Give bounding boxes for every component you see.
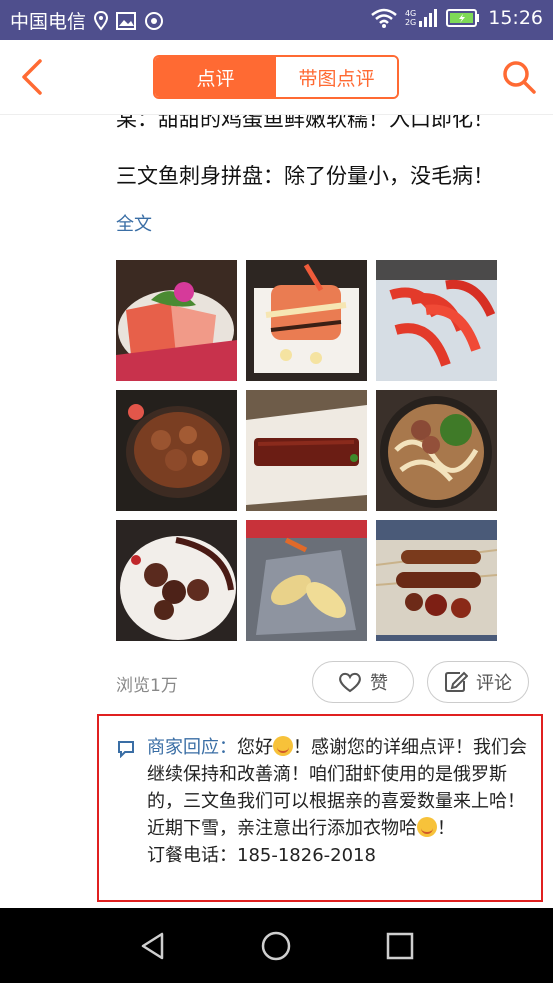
triangle-back-icon bbox=[141, 932, 164, 960]
grilled-meat-photo[interactable] bbox=[116, 520, 237, 641]
signal-icon: 4G 2G bbox=[405, 8, 438, 28]
system-back-button[interactable] bbox=[138, 930, 170, 962]
salmon-roll-photo[interactable] bbox=[246, 260, 367, 381]
merchant-reply-box: 商家回应：您好 ！感谢您的详细点评！我们会继续保持和改善滴！咱们甜虾使用的是俄罗斯… bbox=[97, 714, 543, 902]
square-recents-icon bbox=[386, 932, 414, 960]
reply-greeting: 您好 bbox=[237, 737, 273, 758]
search-button[interactable] bbox=[500, 58, 538, 96]
smile-emoji-icon-2 bbox=[417, 817, 437, 837]
network-type-2: 2G bbox=[404, 18, 417, 27]
location-icon bbox=[94, 10, 109, 31]
smile-emoji-icon bbox=[273, 736, 293, 756]
comment-edit-icon bbox=[445, 671, 468, 692]
review-text-line: 三文鱼刺身拼盘：除了份量小，没毛病！ bbox=[116, 164, 494, 188]
search-icon bbox=[503, 61, 536, 94]
wifi-icon bbox=[371, 8, 397, 28]
grilled-eel-photo[interactable] bbox=[246, 390, 367, 511]
circle-home-icon bbox=[261, 931, 291, 961]
battery-icon bbox=[446, 9, 480, 27]
app-notification-icon bbox=[144, 11, 164, 31]
status-right: 4G 2G 15:26 bbox=[371, 7, 543, 29]
merchant-reply-label: 商家回应： bbox=[147, 737, 237, 758]
reply-weather-end: ！ bbox=[437, 818, 455, 839]
review-text-partial-line: 某：甜甜的鸡蛋鱼鲜嫩软糯！入口即化！ bbox=[116, 115, 494, 131]
tab-reviews[interactable]: 点评 bbox=[155, 57, 276, 97]
navigation-bar: 点评 带图点评 bbox=[0, 40, 553, 115]
comment-label: 评论 bbox=[476, 673, 512, 694]
comment-button[interactable]: 评论 bbox=[427, 661, 529, 703]
photo-grid bbox=[116, 260, 498, 644]
sashimi-platter-photo[interactable] bbox=[116, 260, 237, 381]
reply-phone: 订餐电话：185-1826-2018 bbox=[147, 845, 376, 866]
reply-weather-note: 近期下雪，亲注意出行添加衣物哈 bbox=[147, 818, 417, 839]
skewers-photo[interactable] bbox=[376, 520, 497, 641]
network-type: 4G bbox=[404, 9, 417, 18]
system-navigation-bar bbox=[0, 908, 553, 983]
udon-noodle-photo[interactable] bbox=[376, 390, 497, 511]
tab-photo-reviews[interactable]: 带图点评 bbox=[276, 57, 397, 97]
status-bar: 中国电信 4G 2G 15:26 bbox=[0, 0, 553, 40]
sweet-shrimp-photo[interactable] bbox=[376, 260, 497, 381]
back-arrow-icon bbox=[22, 59, 42, 95]
review-content: 某：甜甜的鸡蛋鱼鲜嫩软糯！入口即化！ 三文鱼刺身拼盘：除了份量小，没毛病！ 全文 bbox=[0, 115, 553, 908]
image-icon bbox=[116, 11, 137, 30]
system-recents-button[interactable] bbox=[384, 930, 416, 962]
status-left: 中国电信 bbox=[10, 7, 164, 34]
like-label: 赞 bbox=[370, 673, 388, 694]
like-button[interactable]: 赞 bbox=[312, 661, 414, 703]
back-button[interactable] bbox=[18, 58, 46, 96]
tempura-shrimp-photo[interactable] bbox=[246, 520, 367, 641]
view-count: 浏览1万 bbox=[116, 676, 178, 696]
system-home-button[interactable] bbox=[260, 930, 292, 962]
beef-bowl-photo[interactable] bbox=[116, 390, 237, 511]
carrier-name: 中国电信 bbox=[10, 11, 87, 33]
heart-icon bbox=[339, 672, 361, 693]
review-type-tabs: 点评 带图点评 bbox=[153, 55, 399, 99]
merchant-reply-text: 商家回应：您好 ！感谢您的详细点评！我们会继续保持和改善滴！咱们甜虾使用的是俄罗斯… bbox=[147, 734, 537, 869]
chat-bubble-icon bbox=[118, 741, 134, 758]
clock-time: 15:26 bbox=[488, 7, 543, 29]
full-text-link[interactable]: 全文 bbox=[116, 210, 152, 236]
